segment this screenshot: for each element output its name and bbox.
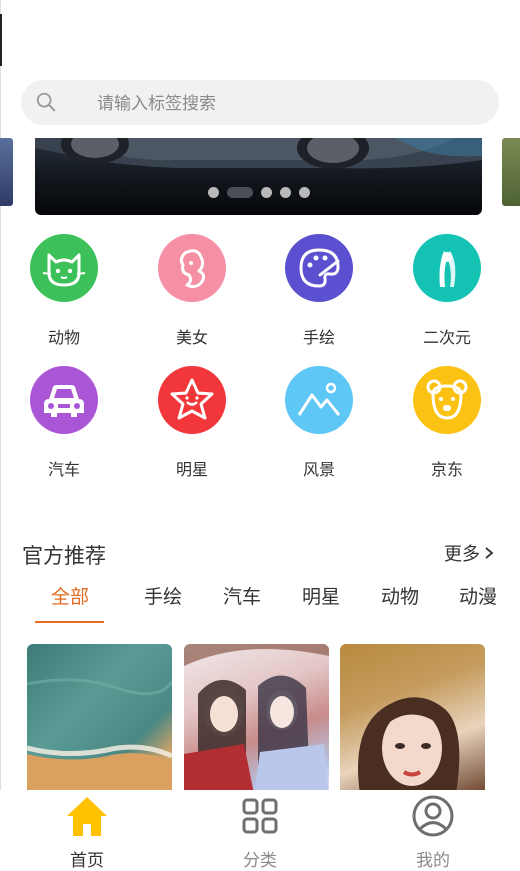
more-link[interactable]: 更多 [444, 540, 494, 566]
palette-icon [285, 234, 353, 302]
cat-icon [30, 234, 98, 302]
nav-label-mine: 我的 [416, 851, 450, 871]
woman-icon [158, 234, 226, 302]
grid-icon [242, 798, 278, 834]
search-bar[interactable] [21, 80, 499, 127]
category-item[interactable]: 美女 [137, 234, 247, 348]
tab-item[interactable]: 汽车 [212, 582, 272, 609]
home-icon [67, 797, 107, 836]
tab-item[interactable]: 手绘 [133, 582, 193, 609]
banner-next-peek[interactable] [502, 138, 520, 206]
category-item[interactable]: 手绘 [264, 234, 374, 348]
banner-dot[interactable] [226, 187, 253, 198]
category-label: 美女 [175, 328, 208, 347]
star-icon [158, 366, 226, 434]
search-icon [36, 92, 56, 112]
chevron-right-icon [485, 547, 494, 559]
banner-prev-peek[interactable] [0, 138, 13, 206]
tab-item[interactable]: 全部 [40, 582, 100, 609]
user-icon [412, 795, 454, 837]
category-label: 动物 [47, 328, 80, 347]
banner-dot[interactable] [298, 187, 310, 198]
active-tab-underline [35, 621, 104, 623]
recommend-title: 官方推荐 [22, 544, 106, 568]
nav-item-category[interactable]: 分类 [210, 794, 310, 871]
wallpaper-anime-image [184, 644, 329, 794]
banner-dot[interactable] [207, 187, 219, 198]
category-item[interactable]: 风景 [264, 366, 374, 480]
left-edge [0, 0, 1, 865]
banner-car-image [35, 138, 482, 169]
category-item[interactable]: 二次元 [392, 234, 502, 348]
nav-label-home: 首页 [70, 851, 104, 871]
more-label: 更多 [444, 544, 480, 565]
landscape-icon [285, 366, 353, 434]
search-input[interactable] [95, 80, 479, 127]
tab-item[interactable]: 动物 [370, 582, 430, 609]
nav-label-category: 分类 [243, 851, 277, 871]
category-label: 京东 [430, 460, 463, 479]
category-label: 汽车 [47, 460, 80, 479]
category-item[interactable]: 动物 [9, 234, 119, 348]
category-label: 风景 [302, 460, 335, 479]
car-icon [30, 366, 98, 434]
left-edge-marker [0, 14, 2, 66]
nav-item-home[interactable]: 首页 [37, 794, 137, 871]
category-label: 明星 [175, 460, 208, 479]
category-item[interactable]: 明星 [137, 366, 247, 480]
anime-icon [413, 234, 481, 302]
wallpaper-card[interactable] [340, 644, 485, 794]
category-tabs: 全部 手绘 汽车 明星 动物 动漫 [0, 582, 520, 626]
banner-dot[interactable] [260, 187, 272, 198]
banner-indicator [35, 187, 482, 198]
wallpaper-ocean-image [27, 678, 172, 794]
tab-item[interactable]: 动漫 [448, 582, 508, 609]
category-label: 二次元 [422, 328, 471, 347]
category-item[interactable]: 汽车 [9, 366, 119, 480]
wallpaper-card[interactable] [184, 644, 329, 794]
category-label: 手绘 [302, 328, 335, 347]
category-item[interactable]: 京东 [392, 366, 502, 480]
tab-item[interactable]: 明星 [291, 582, 351, 609]
wallpaper-card[interactable] [27, 644, 172, 794]
banner-carousel[interactable] [35, 138, 482, 215]
bottom-nav: 首页 分类 我的 [0, 790, 520, 871]
banner-dot[interactable] [279, 187, 291, 198]
bear-icon [413, 366, 481, 434]
wallpaper-portrait-image [358, 697, 460, 794]
nav-item-mine[interactable]: 我的 [383, 794, 483, 871]
